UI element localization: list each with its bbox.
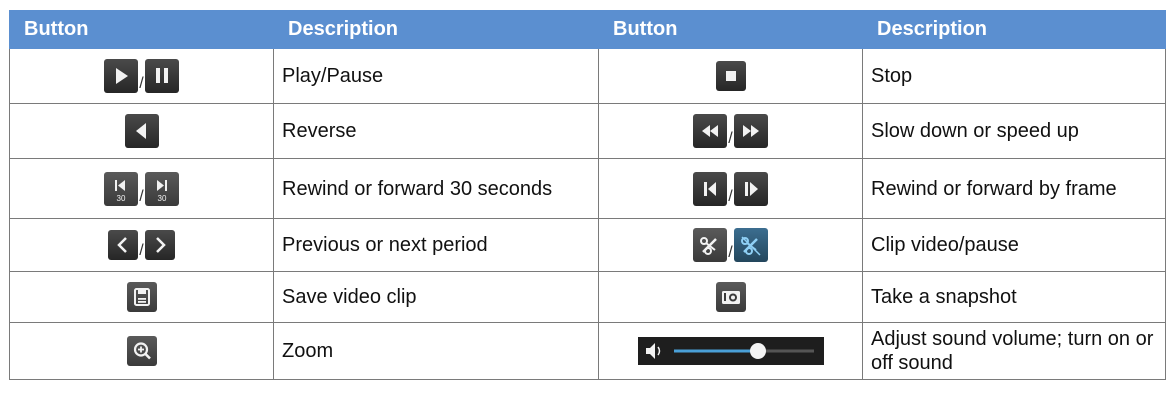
table-row: / Previous or next period / Clip video/p… bbox=[9, 218, 1166, 272]
table-row: Save video clip Take a snapshot bbox=[9, 271, 1166, 323]
header-description-2: Description bbox=[862, 10, 1166, 49]
header-button-1: Button bbox=[9, 10, 274, 49]
next-period-icon[interactable] bbox=[144, 230, 175, 260]
thirty-label: 30 bbox=[157, 194, 166, 203]
pause-icon[interactable] bbox=[144, 59, 179, 93]
table-row: / Play/Pause Stop bbox=[9, 48, 1166, 104]
description-cell: Take a snapshot bbox=[862, 271, 1166, 323]
thirty-label: 30 bbox=[117, 194, 126, 203]
rewind-30-icon[interactable]: 30 bbox=[104, 171, 139, 206]
description-cell: Reverse bbox=[273, 103, 599, 159]
volume-knob bbox=[749, 343, 766, 359]
separator: / bbox=[139, 242, 144, 259]
slow-down-icon[interactable] bbox=[693, 114, 728, 148]
button-reference-table: Button Description Button Description / … bbox=[9, 10, 1166, 380]
header-description-1: Description bbox=[273, 10, 599, 49]
forward-30-icon[interactable]: 30 bbox=[144, 171, 179, 206]
button-cell: 30 / 30 bbox=[9, 158, 274, 219]
description-cell: Previous or next period bbox=[273, 218, 599, 272]
button-cell bbox=[9, 103, 274, 159]
button-cell bbox=[9, 322, 274, 380]
button-cell: / bbox=[598, 103, 863, 159]
snapshot-icon[interactable] bbox=[715, 282, 746, 312]
table-row: Reverse / Slow down or speed up bbox=[9, 103, 1166, 159]
save-clip-icon[interactable] bbox=[126, 282, 157, 312]
speaker-icon bbox=[645, 343, 660, 359]
speed-up-icon[interactable] bbox=[733, 114, 768, 148]
button-cell: / bbox=[9, 48, 274, 104]
clip-video-icon[interactable] bbox=[693, 228, 728, 262]
description-cell: Clip video/pause bbox=[862, 218, 1166, 272]
stop-icon[interactable] bbox=[715, 61, 746, 91]
table-row: 30 / 30 Rewind or forward 30 seconds / R… bbox=[9, 158, 1166, 219]
button-cell bbox=[598, 271, 863, 323]
volume-fill bbox=[673, 349, 758, 353]
description-cell: Rewind or forward by frame bbox=[862, 158, 1166, 219]
button-cell: / bbox=[9, 218, 274, 272]
table-header-row: Button Description Button Description bbox=[9, 10, 1166, 49]
separator: / bbox=[728, 130, 733, 147]
previous-period-icon[interactable] bbox=[108, 230, 139, 260]
button-cell bbox=[9, 271, 274, 323]
separator: / bbox=[728, 244, 733, 261]
top-strip bbox=[0, 0, 1172, 10]
volume-slider[interactable] bbox=[637, 337, 824, 365]
button-cell bbox=[598, 322, 863, 380]
frame-forward-icon[interactable] bbox=[733, 171, 768, 206]
description-cell: Rewind or forward 30 seconds bbox=[273, 158, 599, 219]
description-cell: Stop bbox=[862, 48, 1166, 104]
table-row: Zoom Adjust sound volume; turn on or off… bbox=[9, 322, 1166, 380]
separator: / bbox=[139, 75, 144, 92]
button-cell: / bbox=[598, 158, 863, 219]
zoom-icon[interactable] bbox=[126, 336, 157, 366]
button-cell: / bbox=[598, 218, 863, 272]
separator: / bbox=[728, 187, 733, 205]
button-cell bbox=[598, 48, 863, 104]
separator: / bbox=[139, 187, 144, 205]
clip-pause-icon[interactable] bbox=[733, 228, 768, 262]
reverse-icon[interactable] bbox=[124, 114, 159, 148]
description-cell: Save video clip bbox=[273, 271, 599, 323]
frame-back-icon[interactable] bbox=[693, 171, 728, 206]
description-cell: Adjust sound volume; turn on or off soun… bbox=[862, 322, 1166, 380]
description-cell: Zoom bbox=[273, 322, 599, 380]
description-cell: Slow down or speed up bbox=[862, 103, 1166, 159]
header-button-2: Button bbox=[598, 10, 863, 49]
play-icon[interactable] bbox=[104, 59, 139, 93]
description-cell: Play/Pause bbox=[273, 48, 599, 104]
